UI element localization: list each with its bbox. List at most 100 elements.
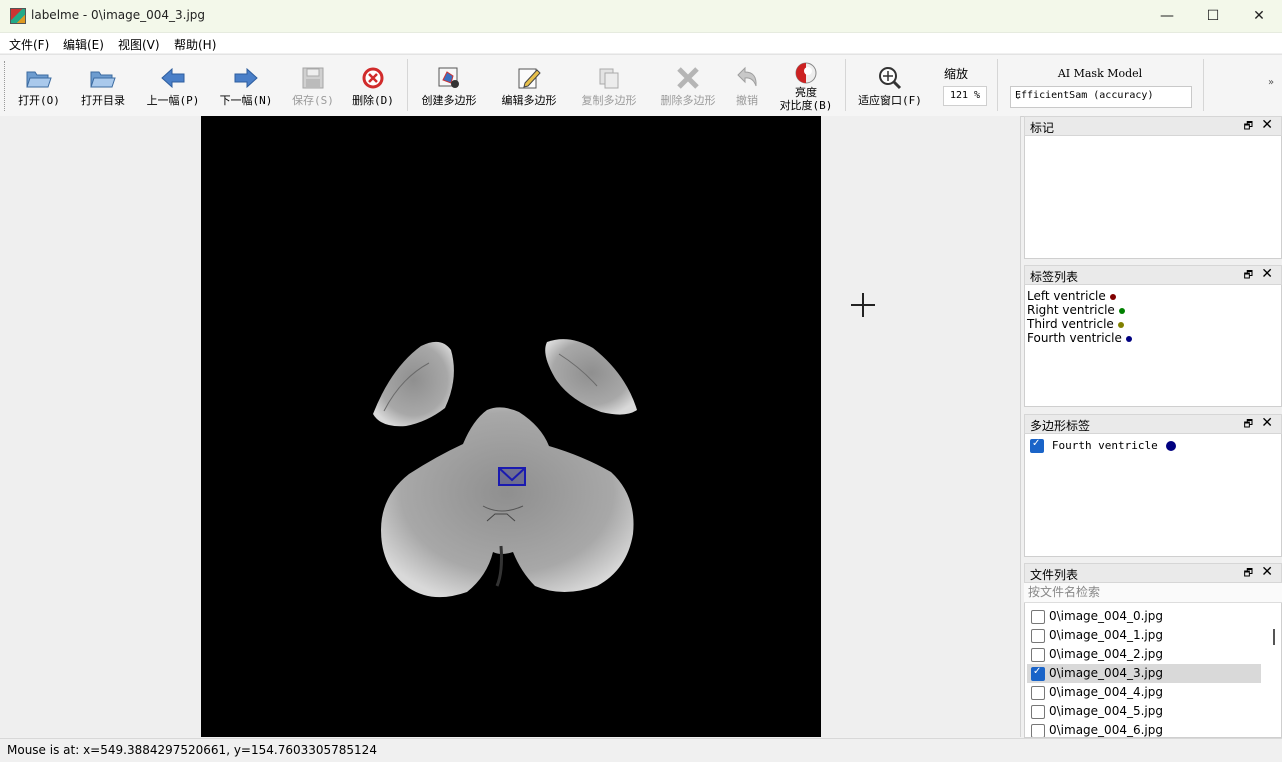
label-list[interactable]: Left ventricle Right ventricle Third ven… [1024, 285, 1282, 407]
contrast-label: 对比度(B) [779, 99, 833, 112]
next-image-button[interactable]: 下一幅(N) [216, 57, 276, 113]
close-icon[interactable]: ✕ [1261, 415, 1273, 431]
copy-icon [596, 65, 622, 91]
file-checkbox[interactable] [1031, 686, 1045, 700]
fit-window-label: 适应窗口(F) [858, 94, 922, 107]
list-item[interactable]: 0\image_004_1.jpg [1027, 626, 1261, 645]
file-checkbox[interactable] [1031, 666, 1045, 681]
float-icon[interactable]: 🗗 [1244, 566, 1253, 583]
maximize-button[interactable]: ☐ [1190, 0, 1236, 32]
close-icon[interactable]: ✕ [1261, 564, 1273, 580]
title-bar: labelme - 0\image_004_3.jpg — ☐ ✕ [0, 0, 1282, 33]
toolbar-separator [407, 59, 408, 111]
open-label: 打开(O) [18, 94, 60, 107]
float-icon[interactable]: 🗗 [1244, 417, 1253, 434]
file-checkbox[interactable] [1031, 629, 1045, 643]
list-item[interactable]: 0\image_004_0.jpg [1027, 607, 1261, 626]
list-item[interactable]: Fourth ventricle [1030, 438, 1176, 454]
menu-view[interactable]: 视图(V) [118, 36, 160, 53]
zoom-fit-icon [877, 65, 903, 91]
label-name: Fourth ventricle [1027, 331, 1122, 345]
list-item[interactable]: 0\image_004_2.jpg [1027, 645, 1261, 664]
ai-model-dropdown[interactable]: EfficientSam (accuracy) ⌄ [1010, 86, 1192, 108]
list-item[interactable]: 0\image_004_6.jpg [1027, 721, 1261, 737]
chevron-down-icon: ⌄ [1015, 90, 1022, 101]
file-checkbox[interactable] [1031, 648, 1045, 662]
flags-list[interactable] [1024, 136, 1282, 259]
file-checkbox[interactable] [1031, 610, 1045, 624]
copy-polygon-button[interactable]: 复制多边形 [574, 57, 644, 113]
list-item[interactable]: Left ventricle [1025, 289, 1281, 303]
color-dot-icon [1117, 321, 1124, 328]
labelme-app-icon [10, 8, 26, 24]
flags-dock-title-text: 标记 [1030, 121, 1055, 135]
label-name: Right ventricle [1027, 303, 1115, 317]
file-name: 0\image_004_5.jpg [1049, 704, 1163, 718]
fit-window-button[interactable]: 适应窗口(F) [853, 57, 927, 113]
file-name: 0\image_004_6.jpg [1049, 723, 1163, 737]
list-item[interactable]: 0\image_004_3.jpg [1027, 664, 1261, 683]
edit-polygon-button[interactable]: 编辑多边形 [494, 57, 564, 113]
close-icon[interactable]: ✕ [1261, 117, 1273, 133]
list-item[interactable]: Third ventricle [1025, 317, 1281, 331]
list-item[interactable]: Right ventricle [1025, 303, 1281, 317]
toolbar-separator [845, 59, 846, 111]
canvas-area[interactable] [0, 116, 1021, 737]
label-name: Left ventricle [1027, 289, 1106, 303]
zoom-spinbox[interactable]: 121 % [943, 86, 987, 106]
float-icon[interactable]: 🗗 [1244, 268, 1253, 285]
edit-polygon-label: 编辑多边形 [501, 94, 557, 107]
menu-bar: 文件(F) 编辑(E) 视图(V) 帮助(H) [0, 33, 1282, 53]
brightness-contrast-icon [793, 60, 819, 86]
brightness-contrast-button[interactable]: 亮度 对比度(B) [776, 57, 836, 113]
toolbar-grip[interactable] [4, 61, 8, 111]
file-search-input[interactable]: 按文件名检索 [1024, 583, 1282, 603]
menu-file[interactable]: 文件(F) [9, 36, 49, 53]
file-list[interactable]: 0\image_004_0.jpg 0\image_004_1.jpg 0\im… [1024, 603, 1282, 738]
toolbar-overflow-button[interactable]: » [1268, 77, 1274, 88]
delete-file-label: 删除(D) [352, 94, 394, 107]
ai-mask-model-label: AI Mask Model [1057, 67, 1143, 80]
menu-edit[interactable]: 编辑(E) [63, 36, 104, 53]
delete-file-button[interactable]: 删除(D) [348, 57, 398, 113]
float-icon[interactable]: 🗗 [1244, 119, 1253, 136]
brightness-label: 亮度 [795, 86, 817, 99]
close-window-button[interactable]: ✕ [1236, 0, 1282, 32]
undo-button[interactable]: 撤销 [730, 57, 764, 113]
undo-icon [734, 65, 760, 91]
open-button[interactable]: 打开(O) [14, 57, 64, 113]
brain-mri-image[interactable] [201, 116, 821, 737]
window-title: labelme - 0\image_004_3.jpg [31, 8, 206, 22]
folder-open-icon [26, 65, 52, 91]
list-item[interactable]: Fourth ventricle [1025, 331, 1281, 345]
file-checkbox[interactable] [1031, 705, 1045, 719]
file-list-dock: 文件列表 🗗 ✕ 按文件名检索 0\image_004_0.jpg 0\imag… [1024, 563, 1282, 738]
list-item[interactable]: 0\image_004_5.jpg [1027, 702, 1261, 721]
color-dot-icon [1118, 307, 1125, 314]
polygon-labels-list[interactable]: Fourth ventricle [1024, 434, 1282, 557]
open-dir-button[interactable]: 打开目录 [76, 57, 130, 113]
polygon-labels-dock: 多边形标签 🗗 ✕ Fourth ventricle [1024, 414, 1282, 557]
save-button[interactable]: 保存(S) [288, 57, 338, 113]
scrollbar-thumb[interactable] [1273, 629, 1275, 645]
label-list-dock-title: 标签列表 🗗 ✕ [1024, 265, 1282, 285]
folder-open-icon [90, 65, 116, 91]
file-list-dock-title: 文件列表 🗗 ✕ [1024, 563, 1282, 583]
prev-image-button[interactable]: 上一幅(P) [143, 57, 203, 113]
create-polygon-button[interactable]: 创建多边形 [414, 57, 484, 113]
prev-image-label: 上一幅(P) [146, 94, 200, 107]
close-icon[interactable]: ✕ [1261, 266, 1273, 282]
list-item[interactable]: 0\image_004_4.jpg [1027, 683, 1261, 702]
polygon-visible-checkbox[interactable] [1030, 438, 1044, 453]
mri-scan-graphic [373, 339, 637, 598]
polygon-labels-title-text: 多边形标签 [1030, 419, 1091, 433]
file-checkbox[interactable] [1031, 724, 1045, 737]
status-bar: Mouse is at: x=549.3884297520661, y=154.… [0, 738, 1282, 762]
file-name: 0\image_004_2.jpg [1049, 647, 1163, 661]
toolbar-separator [997, 59, 998, 111]
menu-help[interactable]: 帮助(H) [174, 36, 216, 53]
toolbar: 打开(O) 打开目录 上一幅(P) 下一幅(N) 保存(S) 删除(D) 创建多… [0, 54, 1282, 117]
minimize-button[interactable]: — [1144, 0, 1190, 32]
open-dir-label: 打开目录 [81, 94, 125, 107]
delete-polygon-button[interactable]: 删除多边形 [653, 57, 723, 113]
